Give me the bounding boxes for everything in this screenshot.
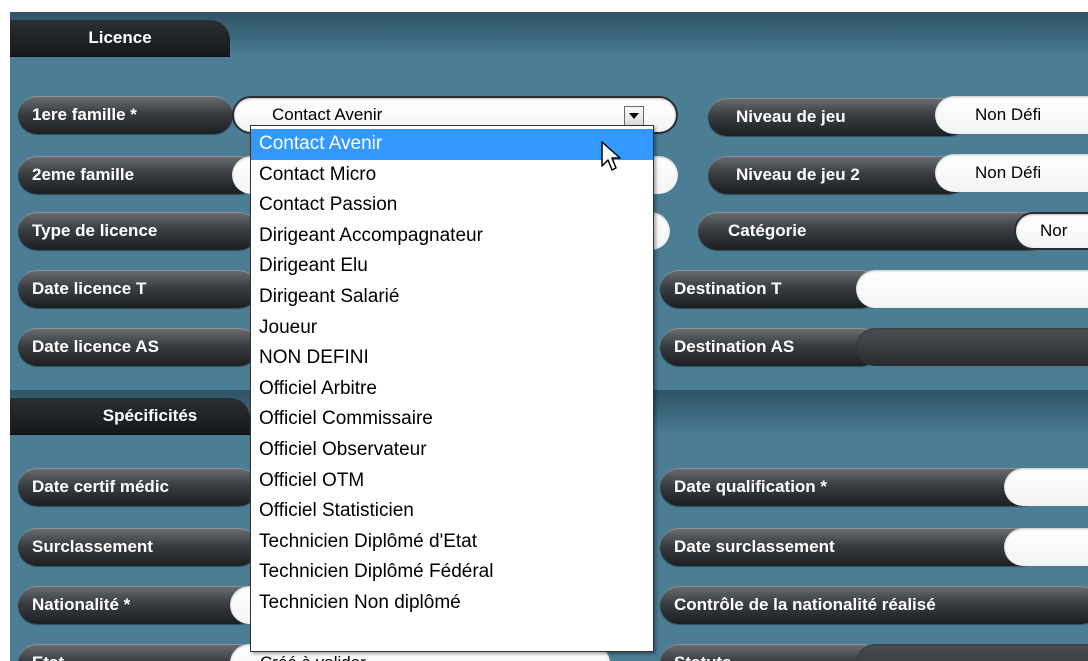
label-date-licence-t: Date licence T — [18, 270, 258, 308]
dropdown-option[interactable]: Contact Micro — [251, 160, 653, 191]
dropdown-option[interactable]: Officiel Observateur — [251, 435, 653, 466]
input-date-qualification[interactable] — [1004, 468, 1088, 506]
select-niveau-de-jeu-value: Non Défi — [975, 105, 1042, 124]
dropdown-option[interactable]: Technicien Diplômé Fédéral — [251, 557, 653, 588]
dropdown-option[interactable]: Officiel Statisticien — [251, 496, 653, 527]
famille-dropdown-list[interactable]: Contact Avenir Contact Micro Contact Passi… — [250, 125, 654, 652]
label-type-de-licence: Type de licence — [18, 212, 258, 250]
dropdown-option[interactable]: NON DEFINI — [251, 343, 653, 374]
label-niveau-de-jeu: Niveau de jeu — [708, 98, 968, 136]
label-etat: Etat — [18, 644, 258, 661]
label-1ere-famille: 1ere famille * — [18, 96, 233, 134]
label-destination-t: Destination T — [660, 270, 880, 308]
licence-section-title: Licence — [10, 20, 230, 56]
select-niveau-de-jeu[interactable]: Non Défi — [935, 96, 1088, 134]
mouse-pointer-icon — [601, 141, 621, 171]
label-destination-as: Destination AS — [660, 328, 880, 366]
input-destination-as[interactable] — [856, 328, 1088, 366]
input-statuts[interactable] — [856, 644, 1088, 661]
select-categorie-value: Nor — [1040, 221, 1068, 240]
field-etat-value: Créé à valider — [260, 653, 366, 661]
select-categorie[interactable]: Nor — [1014, 212, 1088, 250]
input-destination-t[interactable] — [856, 270, 1088, 308]
dropdown-option[interactable]: Joueur — [251, 313, 653, 344]
dropdown-option[interactable]: Dirigeant Accompagnateur — [251, 221, 653, 252]
dropdown-option[interactable]: Officiel Arbitre — [251, 374, 653, 405]
label-nationalite: Nationalité * — [18, 586, 258, 624]
label-categorie: Catégorie — [698, 212, 1048, 250]
label-2eme-famille: 2eme famille — [18, 156, 258, 194]
select-1ere-famille-value: Contact Avenir — [272, 105, 383, 124]
label-date-surclassement: Date surclassement — [660, 528, 1040, 566]
dropdown-option[interactable]: Officiel Commissaire — [251, 404, 653, 435]
specificites-section-title: Spécificités — [10, 398, 250, 434]
dropdown-option[interactable]: Contact Avenir — [251, 129, 653, 160]
input-date-surclassement[interactable] — [1004, 528, 1088, 566]
label-surclassement: Surclassement — [18, 528, 258, 566]
chevron-down-icon[interactable] — [624, 106, 644, 126]
dropdown-option[interactable]: Technicien Diplômé d'Etat — [251, 527, 653, 558]
select-niveau-de-jeu-2-value: Non Défi — [975, 163, 1042, 182]
dropdown-option[interactable]: Contact Passion — [251, 190, 653, 221]
dropdown-option[interactable]: Technicien Non diplômé — [251, 588, 653, 619]
label-date-qualification: Date qualification * — [660, 468, 1040, 506]
licence-section-header: Licence — [10, 12, 1088, 56]
dropdown-option[interactable]: Dirigeant Salarié — [251, 282, 653, 313]
label-statuts: Statuts — [660, 644, 880, 661]
label-controle-nationalite: Contrôle de la nationalité réalisé — [660, 586, 1088, 624]
label-niveau-de-jeu-2: Niveau de jeu 2 — [708, 156, 968, 194]
dropdown-option[interactable]: Officiel OTM — [251, 466, 653, 497]
label-date-certif-medic: Date certif médic — [18, 468, 258, 506]
label-date-licence-as: Date licence AS — [18, 328, 258, 366]
select-niveau-de-jeu-2[interactable]: Non Défi — [935, 154, 1088, 192]
dropdown-option[interactable]: Dirigeant Elu — [251, 251, 653, 282]
